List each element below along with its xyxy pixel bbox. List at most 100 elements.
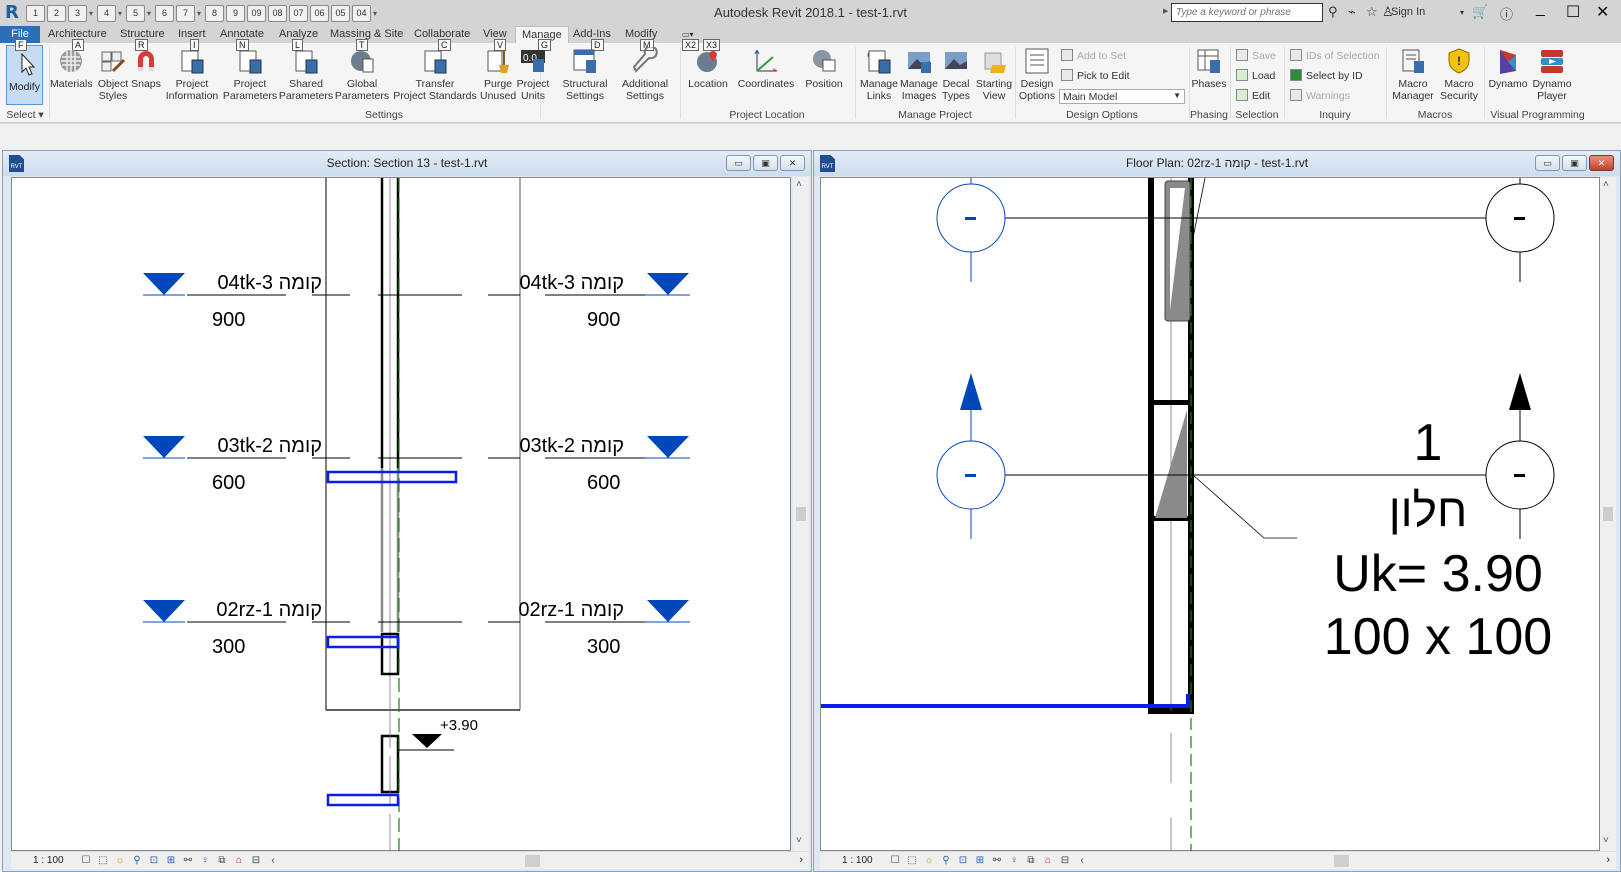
level-marker-icon[interactable] xyxy=(647,600,689,622)
materials-button[interactable]: Materials xyxy=(50,47,93,90)
scroll-down-icon[interactable]: ˅ xyxy=(796,835,802,846)
show-crop-region-icon[interactable]: ⊞ xyxy=(164,854,178,867)
temporary-hide-icon[interactable]: ⚯ xyxy=(181,854,195,867)
project-parameters-button[interactable]: Project Parameters xyxy=(222,47,278,102)
scroll-right-icon[interactable]: › xyxy=(799,854,803,866)
temporary-view-properties-icon[interactable]: ⧉ xyxy=(1024,854,1038,867)
scroll-up-icon[interactable]: ˄ xyxy=(796,179,802,190)
ids-of-selection-button[interactable]: IDs of Selection xyxy=(1290,49,1380,62)
satellite-icon[interactable]: ⌁ xyxy=(1348,4,1356,20)
show-crop-region-icon[interactable]: ⊞ xyxy=(973,854,987,867)
minimize-app-icon[interactable]: _ xyxy=(1536,0,1545,18)
floor-slab[interactable] xyxy=(326,793,400,807)
restore-view-button[interactable]: ▣ xyxy=(1562,155,1587,171)
grid-bubble-right-lower[interactable] xyxy=(1485,373,1555,539)
section-view-canvas[interactable]: +3.90 04tk-קומה 3 900 04tk-קומה 3 900 03tk-ק… xyxy=(11,177,792,852)
section-drawing[interactable]: +3.90 04tk-קומה 3 900 04tk-קומה 3 900 03tk-ק… xyxy=(12,178,792,852)
temporary-view-properties-icon[interactable]: ⧉ xyxy=(215,854,229,867)
transfer-project-standards-button[interactable]: Transfer Project Standards xyxy=(390,47,480,102)
design-options-button[interactable]: Design Options xyxy=(1017,47,1057,102)
manage-images-button[interactable]: Manage Images xyxy=(900,47,938,102)
visual-style-icon[interactable]: ⬚ xyxy=(96,854,110,867)
scroll-right-icon[interactable]: › xyxy=(1606,854,1610,866)
grid-bubble-left-lower[interactable] xyxy=(936,373,1006,539)
sign-in-button[interactable]: Sign In xyxy=(1391,6,1425,18)
shadows-icon[interactable]: ⚲ xyxy=(939,854,953,867)
snaps-button[interactable]: Snaps xyxy=(131,47,161,90)
level-1[interactable]: 02rz-קומה 1 300 02rz-קומה 1 300 xyxy=(143,599,690,658)
modify-button[interactable]: Modify xyxy=(6,45,43,105)
restore-view-button[interactable]: ▣ xyxy=(753,155,778,171)
scroll-down-icon[interactable]: ˅ xyxy=(1603,835,1609,846)
temporary-hide-icon[interactable]: ⚯ xyxy=(990,854,1004,867)
grid-bubble-left-upper[interactable] xyxy=(936,174,1006,282)
level-marker-icon[interactable] xyxy=(647,436,689,458)
macro-manager-button[interactable]: Macro Manager xyxy=(1390,47,1436,102)
object-styles-button[interactable]: Object Styles xyxy=(96,47,130,102)
add-to-set-button[interactable]: Add to Set xyxy=(1061,49,1126,62)
save-selection-button[interactable]: Save xyxy=(1236,49,1276,62)
starting-view-button[interactable]: Starting View xyxy=(974,47,1014,102)
manage-links-button[interactable]: Manage Links xyxy=(858,47,900,102)
constraints-icon[interactable]: ⊟ xyxy=(249,854,263,867)
scroll-left-icon[interactable]: ‹ xyxy=(1075,854,1089,867)
coordinates-button[interactable]: Coordinates xyxy=(734,47,798,90)
floor-edge[interactable] xyxy=(821,694,1190,708)
design-option-select[interactable]: Main Model ▼ xyxy=(1059,89,1185,104)
spot-elevation-marker[interactable] xyxy=(412,734,442,748)
close-app-icon[interactable]: ✕ xyxy=(1596,2,1609,22)
reveal-hidden-icon[interactable]: ♀ xyxy=(1007,854,1021,867)
reveal-hidden-icon[interactable]: ♀ xyxy=(198,854,212,867)
location-button[interactable]: Location xyxy=(686,47,730,90)
pick-to-edit-button[interactable]: Pick to Edit xyxy=(1061,69,1130,82)
analytical-model-icon[interactable]: ⌂ xyxy=(232,854,246,867)
section-vertical-scrollbar[interactable]: ˄ ˅ xyxy=(793,177,809,851)
level-marker-icon[interactable] xyxy=(143,600,185,622)
analytical-model-icon[interactable]: ⌂ xyxy=(1041,854,1055,867)
maximize-app-icon[interactable]: ☐ xyxy=(1566,2,1580,22)
binoculars-icon[interactable]: ⚲ xyxy=(1328,4,1338,20)
scroll-thumb[interactable] xyxy=(796,507,806,521)
sun-path-icon[interactable]: ☼ xyxy=(113,854,127,867)
floor-plan-drawing[interactable]: 1 חלון Uk= 3.90 100 x 100 xyxy=(821,170,1601,852)
dynamo-button[interactable]: Dynamo xyxy=(1486,47,1530,90)
minimize-view-button[interactable]: ▭ xyxy=(726,155,751,171)
minimize-view-button[interactable]: ▭ xyxy=(1535,155,1560,171)
project-information-button[interactable]: Project Information xyxy=(162,47,222,102)
floor-plan-title[interactable]: RVT Floor Plan: 02rz-1 קומה - test-1.rvt… xyxy=(814,151,1620,176)
global-parameters-button[interactable]: Global Parameters xyxy=(334,47,390,102)
level-marker-icon[interactable] xyxy=(143,273,185,295)
phases-button[interactable]: Phases xyxy=(1191,47,1227,90)
purge-unused-button[interactable]: Purge Unused xyxy=(480,47,516,102)
project-units-button[interactable]: 0.0 Project Units xyxy=(516,47,550,102)
horizontal-scroll-thumb[interactable] xyxy=(1334,855,1349,867)
search-input[interactable] xyxy=(1171,3,1323,22)
sun-path-icon[interactable]: ☼ xyxy=(922,854,936,867)
select-by-id-button[interactable]: Select by ID xyxy=(1290,69,1363,82)
ribbon-minimize-icon[interactable]: ▭▾ xyxy=(682,30,694,39)
cart-icon[interactable]: 🛒 xyxy=(1472,4,1488,20)
crop-view-icon[interactable]: ⊡ xyxy=(147,854,161,867)
scroll-left-icon[interactable]: ‹ xyxy=(266,854,280,867)
select-dropdown[interactable]: Select ▾ xyxy=(4,109,46,121)
close-view-button[interactable]: ✕ xyxy=(1589,155,1614,171)
level-marker-icon[interactable] xyxy=(647,273,689,295)
scroll-up-icon[interactable]: ˄ xyxy=(1603,179,1609,190)
star-icon[interactable]: ☆ xyxy=(1366,4,1378,20)
warnings-button[interactable]: Warnings xyxy=(1290,89,1350,102)
edit-selection-button[interactable]: Edit xyxy=(1236,89,1270,102)
close-view-button[interactable]: ✕ xyxy=(780,155,805,171)
detail-level-icon[interactable]: ☐ xyxy=(79,854,93,867)
help-icon[interactable]: ⓘ xyxy=(1500,4,1513,23)
dynamo-player-button[interactable]: Dynamo Player xyxy=(1530,47,1574,102)
position-button[interactable]: Position xyxy=(800,47,848,90)
crop-view-icon[interactable]: ⊡ xyxy=(956,854,970,867)
level-3[interactable]: 04tk-קומה 3 900 04tk-קומה 3 900 xyxy=(143,272,690,331)
load-selection-button[interactable]: Load xyxy=(1236,69,1275,82)
constraints-icon[interactable]: ⊟ xyxy=(1058,854,1072,867)
view-scale[interactable]: 1 : 100 xyxy=(842,855,873,866)
level-2[interactable]: 03tk-קומה 2 600 03tk-קומה 2 600 xyxy=(143,435,690,494)
floor-slab[interactable] xyxy=(326,635,400,649)
structural-settings-button[interactable]: Structural Settings xyxy=(556,47,614,102)
macro-security-button[interactable]: ! Macro Security xyxy=(1436,47,1482,102)
